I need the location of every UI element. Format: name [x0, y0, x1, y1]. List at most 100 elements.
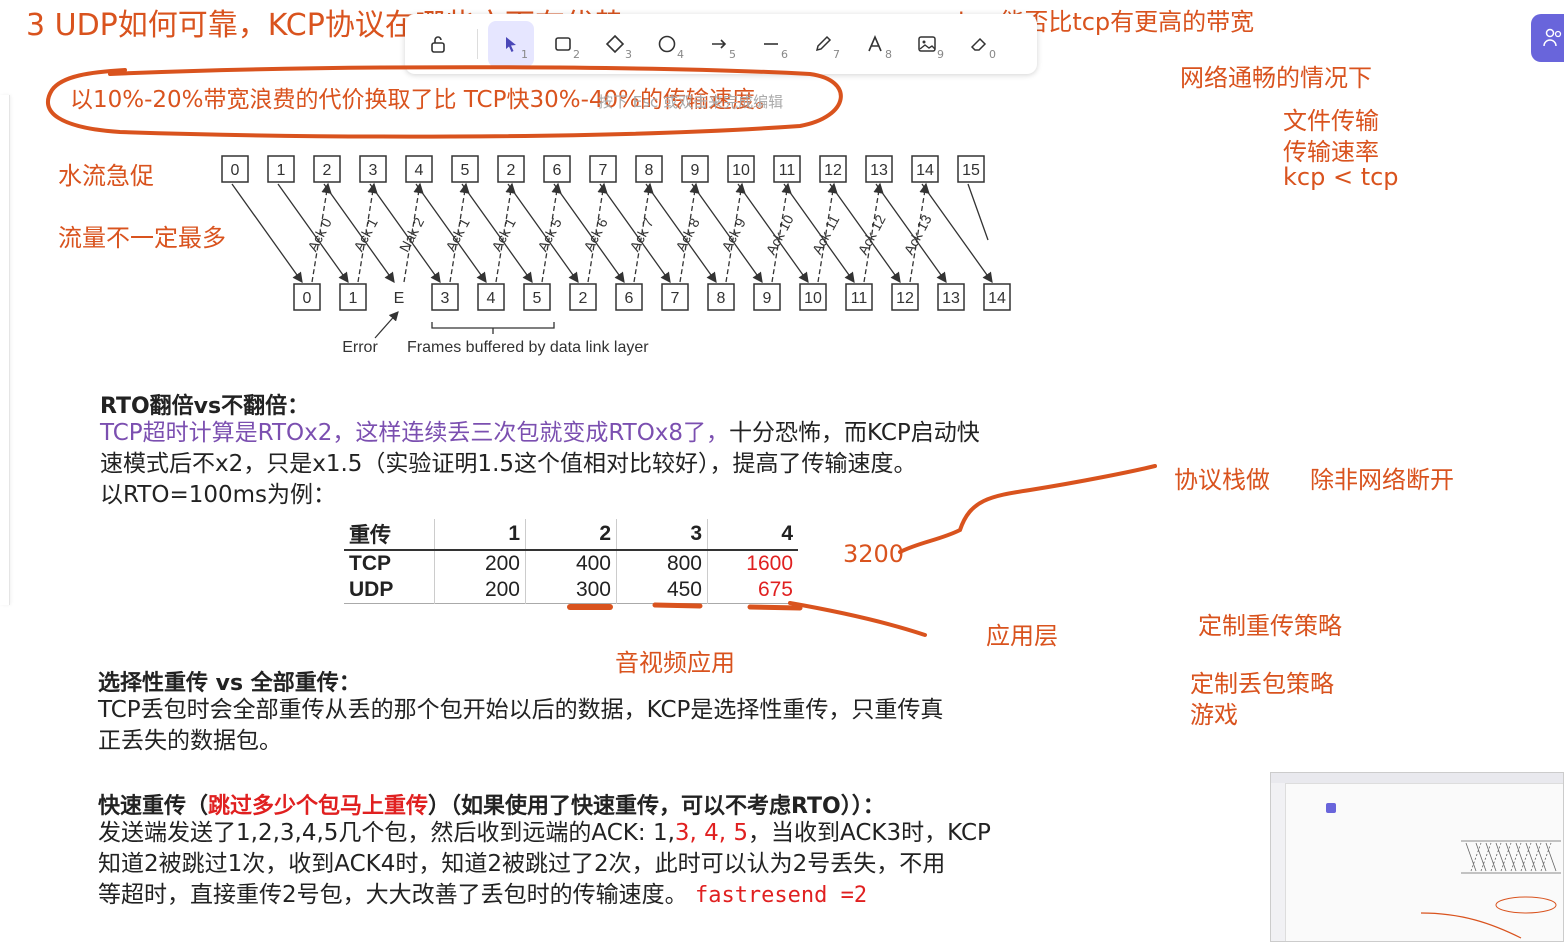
rto-line1-rest: 十分恐怖，而KCP启动快 — [729, 420, 980, 446]
rectangle-tool-button[interactable]: 2 — [540, 21, 586, 67]
ack-label: Ack 5 — [534, 215, 565, 254]
diamond-icon — [605, 34, 625, 54]
arrow-icon — [712, 39, 727, 49]
pencil-icon — [815, 35, 832, 52]
data-frame-arrow — [231, 183, 303, 284]
fast-heading-b: ）（如果使用了快速重传，可以不考虑RTO））： — [428, 794, 885, 819]
bottom-frame-label: 3 — [441, 290, 450, 307]
fast-line1-a: 发送端发送了1,2,3,4,5几个包，然后收到远端的ACK: 1, — [98, 820, 675, 846]
selective-repeat-diagram: 0 1 2 3 4 5 2 6 7 8 9 10 11 12 13 14 150 1 E 3 4 5 2 6 7 8 9 10 11 12… — [221, 155, 1011, 356]
top-frame-label: 3 — [369, 162, 378, 179]
edit-hint: 按下 Esc 或双击来完成编辑 — [598, 93, 784, 111]
collaborate-button[interactable] — [1531, 14, 1564, 62]
left-sidebar-edge — [0, 95, 10, 605]
ack-label: Ack 10 — [762, 212, 796, 257]
ack-label: Ack 8 — [672, 215, 703, 254]
note-game: 游戏 — [1190, 701, 1238, 729]
data-frame-arrow — [921, 183, 993, 284]
selective-heading: 选择性重传 vs 全部重传： — [98, 671, 361, 696]
lock-tool-button[interactable] — [415, 21, 461, 67]
bottom-frame-label: 13 — [942, 290, 960, 307]
table-cell: 200 — [434, 577, 526, 604]
top-frame-label: 8 — [645, 162, 654, 179]
fast-line3: 等超时，直接重传2号包，大大改善了丢包时的传输速度。 fastresend =2 — [98, 880, 867, 911]
fastresend-code: fastresend =2 — [694, 883, 868, 908]
rto-line1-highlight: TCP超时计算是RTOx2，这样连续丢三次包就变成RTOx8了， — [100, 420, 730, 446]
ack-label: Ack 9 — [718, 215, 749, 254]
users-icon — [1543, 28, 1562, 47]
bottom-frame-label: 10 — [804, 290, 822, 307]
note-flow-rapid: 水流急促 — [58, 162, 154, 190]
top-frame-label: 10 — [732, 162, 750, 179]
top-frame-label: 9 — [691, 162, 700, 179]
ack-label: Ack 0 — [304, 215, 335, 254]
thumbnail-strokes — [1420, 896, 1557, 939]
ack-label: Ack 12 — [854, 212, 888, 257]
ack-label: Nak 2 — [396, 215, 427, 255]
toolbar-separator — [477, 29, 478, 59]
rto-heading: RTO翻倍vs不翻倍： — [100, 394, 310, 419]
ack-label: Ack 6 — [580, 215, 611, 254]
bottom-frame-label: 8 — [717, 290, 726, 307]
bottom-frame-label: 11 — [851, 290, 868, 307]
eraser-icon — [970, 37, 987, 51]
fast-heading-a: 快速重传（ — [98, 794, 209, 819]
top-frame-label: 2 — [507, 162, 516, 179]
top-frame-label: 12 — [824, 162, 842, 179]
thumbnail-diagram — [1461, 840, 1561, 874]
pointer-icon — [506, 37, 516, 52]
top-frame-label: 7 — [599, 162, 608, 179]
thumbnail-sidebar — [1271, 783, 1286, 941]
note-unless-disconnect: 除非网络断开 — [1310, 466, 1454, 494]
eraser-tool-button[interactable]: 0 — [956, 21, 1002, 67]
text-tool-button[interactable]: 8 — [852, 21, 898, 67]
note-transfer-rate: 传输速率 — [1283, 138, 1379, 166]
diamond-tool-button[interactable]: 3 — [592, 21, 638, 67]
image-tool-button[interactable]: 9 — [904, 21, 950, 67]
table-cell: TCP — [344, 550, 435, 577]
top-frame-label: 0 — [231, 162, 240, 179]
note-custom-drop: 定制丢包策略 — [1190, 670, 1334, 698]
fast-line2: 知道2被跳过1次，收到ACK4时，知道2被跳过了2次，此时可以认为2号丢失，不用 — [98, 851, 946, 877]
bottom-frame-label: 2 — [579, 290, 588, 307]
pencil-tool-button[interactable]: 7 — [800, 21, 846, 67]
lock-icon — [431, 36, 445, 53]
table-cell: UDP — [344, 577, 435, 604]
arrow-tool-button[interactable]: 5 — [696, 21, 742, 67]
bottom-frame-label: 6 — [625, 290, 634, 307]
buffer-bracket — [431, 322, 555, 334]
top-frame-label: 1 — [277, 162, 286, 179]
fast-line1: 发送端发送了1,2,3,4,5几个包，然后收到远端的ACK: 1,3, 4, 5… — [98, 818, 991, 849]
bottom-frame-label: 14 — [988, 290, 1006, 307]
note-flow-not-max: 流量不一定最多 — [58, 224, 226, 252]
bottom-frame-label: 9 — [763, 290, 772, 307]
thumbnail-titlebar — [1271, 773, 1563, 784]
top-frame-label: 4 — [415, 162, 424, 179]
selective-line2: 正丢失的数据包。 — [98, 728, 282, 754]
selection-tool-button[interactable]: 1 — [488, 21, 534, 67]
fast-heading-red: 跳过多少个包马上重传 — [208, 794, 429, 819]
ellipse-icon — [658, 35, 676, 53]
top-frame-label: 6 — [553, 162, 562, 179]
table-header-cell: 1 — [434, 519, 526, 550]
buffer-label: Frames buffered by data link layer — [407, 339, 649, 356]
bottom-frame-label: 1 — [349, 290, 358, 307]
fast-heading: 快速重传（跳过多少个包马上重传）（如果使用了快速重传，可以不考虑RTO））： — [98, 788, 885, 820]
ellipse-tool-button[interactable]: 4 — [644, 21, 690, 67]
note-network-smooth: 网络通畅的情况下 — [1180, 64, 1372, 92]
top-frame-label: 14 — [916, 162, 934, 179]
line-tool-button[interactable]: 6 — [748, 21, 794, 67]
error-frame-label: E — [394, 290, 405, 307]
selective-line1: TCP丢包时会全部重传从丢的那个包开始以后的数据，KCP是选择性重传，只重传真 — [98, 697, 944, 723]
table-header-cell: 重传 — [344, 519, 435, 550]
screen-share-thumbnail[interactable] — [1270, 772, 1564, 942]
error-label: Error — [342, 339, 378, 356]
line-icon — [764, 43, 778, 45]
ack-label: Ack 1 — [442, 215, 473, 254]
error-pointer — [374, 311, 399, 339]
note-av-app: 音视频应用 — [615, 649, 735, 677]
fast-line1-red: 3, 4, 5 — [674, 820, 749, 846]
table-cell: 200 — [434, 550, 526, 577]
ack-label: Ack 7 — [626, 215, 657, 254]
text-icon — [868, 34, 882, 52]
